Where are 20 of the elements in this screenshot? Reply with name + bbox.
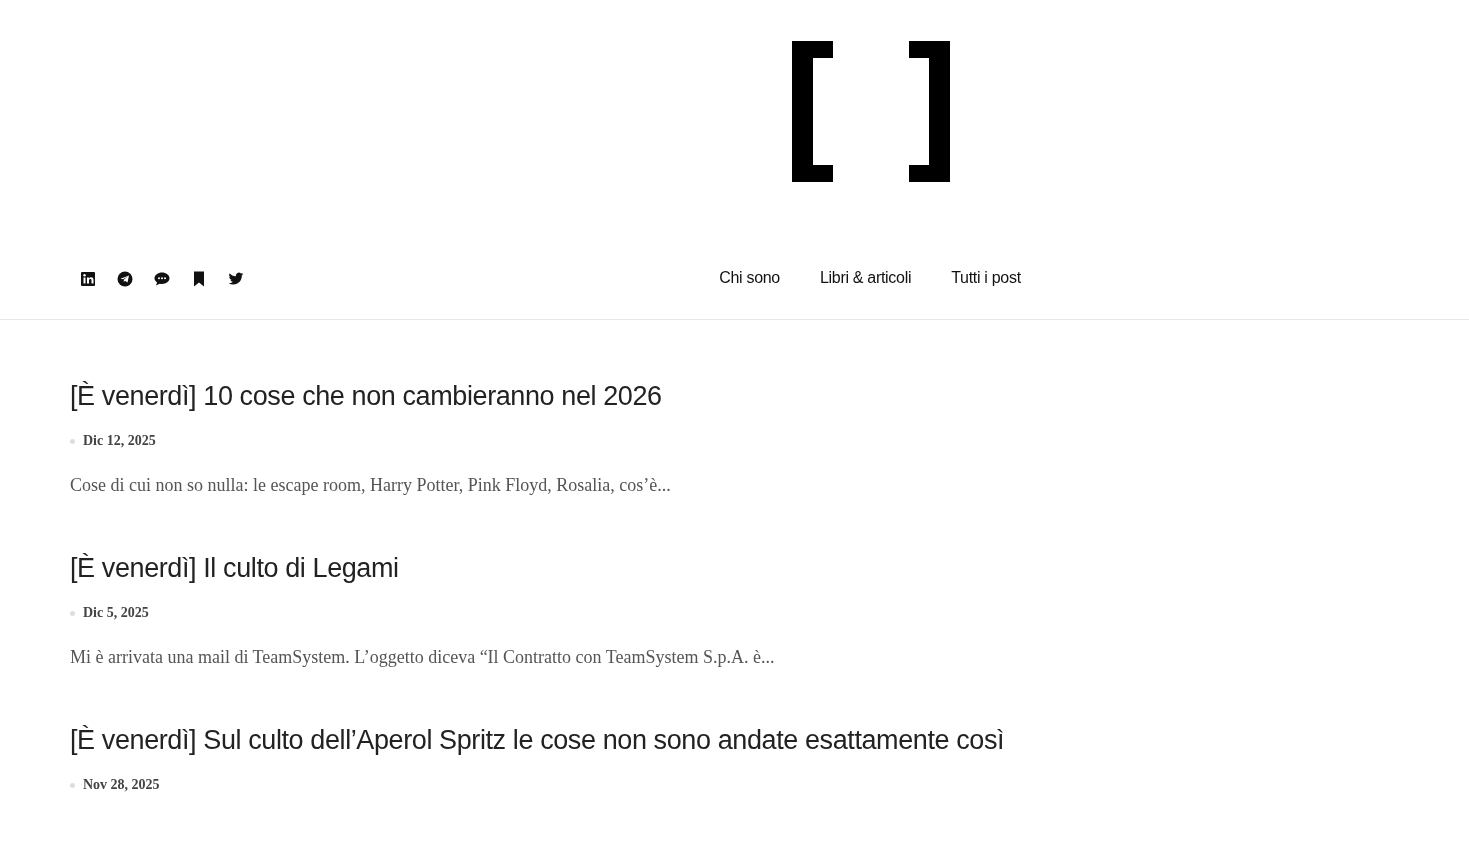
nav-link[interactable]: Libri & articoli: [819, 269, 912, 287]
paper-plane-icon[interactable]: [117, 271, 133, 287]
letter-tile-icon[interactable]: [80, 271, 96, 287]
nav-link[interactable]: Chi sono: [719, 269, 780, 287]
post-excerpt: Cose di cui non so nulla: le escape room, Harry Potter, Pink Floyd, Rosalia, cos’è...: [70, 475, 672, 496]
bullet-icon: [70, 438, 75, 444]
post-title[interactable]: [È venerdì] Il culto di Legami: [70, 548, 1399, 588]
post-date: Nov 28, 2025: [83, 777, 160, 793]
post-title[interactable]: [È venerdì] 10 cose che non cambieranno nel 2026: [70, 376, 1399, 416]
post-excerpt: Mi è arrivata una mail di TeamSystem. L’oggetto diceva “Il Contratto con TeamSystem S.p.A. è...: [70, 647, 776, 668]
post-title[interactable]: [È venerdì] Sul culto dell’Aperol Spritz le cose non sono andate esattamente così: [70, 720, 1399, 760]
bullet-icon: [70, 610, 75, 616]
bird-icon[interactable]: [228, 271, 244, 287]
nav-link[interactable]: Tutti i post: [951, 269, 1021, 287]
logo-drawing[interactable]: [792, 41, 950, 182]
bookmark-icon[interactable]: [191, 271, 207, 287]
post-date: Dic 5, 2025: [83, 605, 149, 621]
post-date: Dic 12, 2025: [83, 433, 156, 449]
chat-bubble-icon[interactable]: [154, 271, 170, 287]
bullet-icon: [70, 782, 75, 788]
